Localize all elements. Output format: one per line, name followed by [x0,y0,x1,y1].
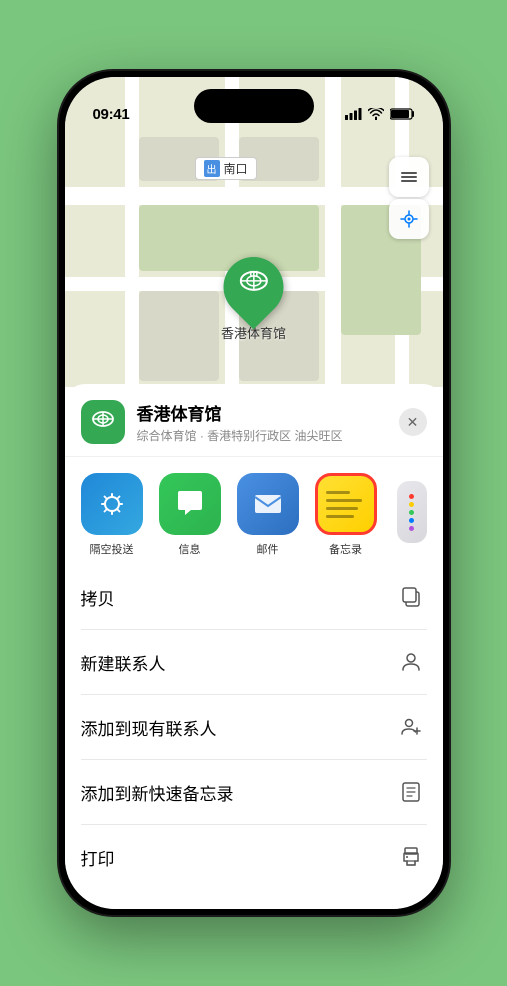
map-layers-button[interactable] [389,157,429,197]
action-add-contact-label: 添加到现有联系人 [81,715,217,740]
map-label-text: 南口 [224,160,248,177]
share-apps-row: 隔空投送 信息 [65,457,443,565]
road [65,187,443,205]
marker-pin [211,245,296,330]
action-new-contact-label: 新建联系人 [81,650,166,675]
share-app-notes[interactable]: 备忘录 [311,473,381,557]
location-icon [81,400,125,444]
notes-add-icon [395,776,427,808]
mail-label: 邮件 [257,541,279,557]
dynamic-island [194,89,314,123]
copy-icon [395,581,427,613]
action-new-contact[interactable]: 新建联系人 [81,630,427,695]
messages-icon [159,473,221,535]
action-add-notes[interactable]: 添加到新快速备忘录 [81,760,427,825]
stadium-marker: 香港体育馆 [221,257,286,342]
airdrop-icon [81,473,143,535]
status-icons [345,108,415,123]
stadium-icon [238,269,268,306]
location-subtitle: 综合体育馆 · 香港特别行政区 油尖旺区 [137,427,399,444]
notes-icon [315,473,377,535]
notes-line-4 [326,515,354,518]
airdrop-label: 隔空投送 [90,541,134,557]
share-app-messages[interactable]: 信息 [155,473,225,557]
status-time: 09:41 [93,106,130,123]
action-list: 拷贝 新建联系人 [65,565,443,889]
notes-line-2 [326,499,362,502]
map-location-button[interactable] [389,199,429,239]
dot-purple [409,526,414,531]
dot-red [409,494,414,499]
action-copy[interactable]: 拷贝 [81,565,427,630]
close-icon: ✕ [407,414,419,431]
location-name: 香港体育馆 [137,400,399,425]
more-apps-icon [397,481,427,543]
map-btn-group [389,157,429,239]
notes-label: 备忘录 [329,541,362,557]
person-icon [395,646,427,678]
map-block [139,291,219,381]
dot-blue [409,518,414,523]
action-add-notes-label: 添加到新快速备忘录 [81,780,234,805]
person-add-icon [395,711,427,743]
location-card: 香港体育馆 综合体育馆 · 香港特别行政区 油尖旺区 ✕ [65,384,443,457]
messages-label: 信息 [179,541,201,557]
notes-line-3 [326,507,358,510]
action-copy-label: 拷贝 [81,585,115,610]
close-button[interactable]: ✕ [399,408,427,436]
map-label-icon: 出 [204,160,220,177]
action-add-contact[interactable]: 添加到现有联系人 [81,695,427,760]
printer-icon [395,841,427,873]
action-print-label: 打印 [81,845,115,870]
bottom-sheet: 香港体育馆 综合体育馆 · 香港特别行政区 油尖旺区 ✕ [65,384,443,909]
share-app-airdrop[interactable]: 隔空投送 [77,473,147,557]
action-print[interactable]: 打印 [81,825,427,889]
notes-line-1 [326,491,350,494]
share-app-more[interactable] [389,481,435,549]
location-info: 香港体育馆 综合体育馆 · 香港特别行政区 油尖旺区 [137,400,399,444]
dot-green [409,510,414,515]
phone-screen: 09:41 [65,77,443,909]
wifi-icon [368,108,384,123]
battery-icon [390,108,415,123]
share-app-mail[interactable]: 邮件 [233,473,303,557]
dot-yellow [409,502,414,507]
phone-frame: 09:41 [59,71,449,915]
mail-icon [237,473,299,535]
map-entrance-label: 出 南口 [195,157,257,180]
signal-icon [345,108,362,123]
